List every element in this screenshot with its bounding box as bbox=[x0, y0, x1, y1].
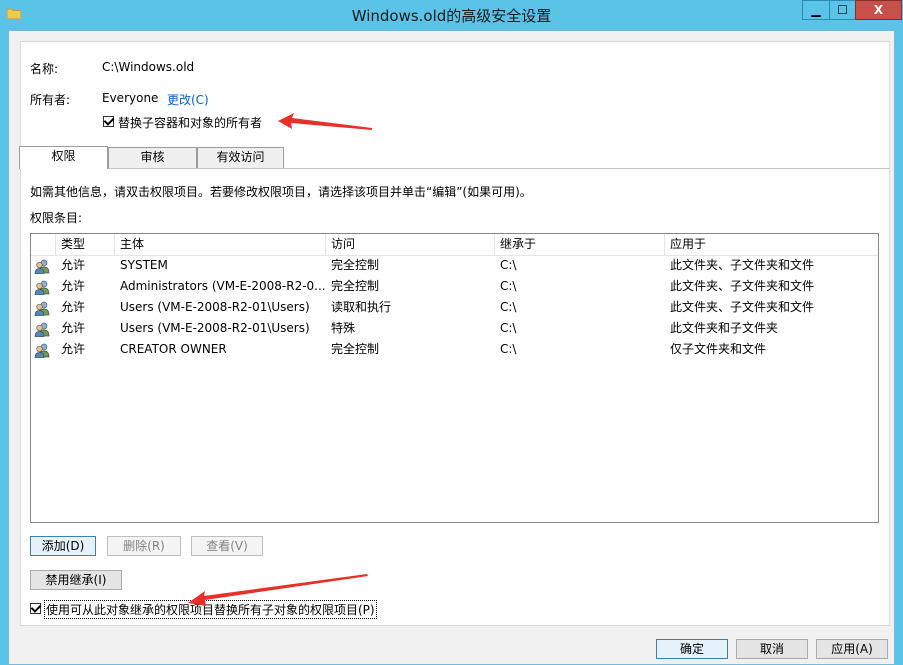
tab-effective-access[interactable]: 有效访问 bbox=[197, 147, 284, 168]
replace-child-permissions-checkbox[interactable] bbox=[30, 603, 41, 614]
cell-inherited: C:\ bbox=[500, 321, 517, 335]
users-icon bbox=[34, 280, 50, 295]
column-header-principal[interactable]: 主体 bbox=[115, 234, 326, 255]
cell-type: 允许 bbox=[61, 279, 86, 293]
cancel-button[interactable]: 取消 bbox=[736, 639, 808, 659]
cell-principal: Users (VM-E-2008-R2-01\Users) bbox=[120, 321, 310, 335]
replace-owner-checkbox[interactable] bbox=[103, 116, 114, 127]
ok-button[interactable]: 确定 bbox=[656, 639, 728, 659]
minimize-button[interactable]: ▁ bbox=[802, 0, 829, 20]
title-bar[interactable]: Windows.old的高级安全设置 ▁ ☐ X bbox=[0, 0, 903, 30]
cell-inherited: C:\ bbox=[500, 300, 517, 314]
name-label: 名称: bbox=[30, 62, 59, 76]
table-row[interactable]: 允许 Administrators (VM-E-2008-R2-0... 完全控制 C… bbox=[31, 276, 878, 297]
minimize-icon: ▁ bbox=[811, 3, 821, 17]
users-icon bbox=[34, 343, 50, 358]
replace-child-permissions-label: 使用可从此对象继承的权限项目替换所有子对象的权限项目(P) bbox=[44, 600, 377, 619]
content-panel: 名称: C:\Windows.old 所有者: Everyone 更改(C) 替… bbox=[19, 41, 890, 626]
cell-access: 完全控制 bbox=[331, 279, 380, 293]
remove-button[interactable]: 删除(R) bbox=[107, 536, 181, 556]
table-row[interactable]: 允许 SYSTEM 完全控制 C:\ 此文件夹、子文件夹和文件 bbox=[31, 255, 878, 276]
owner-value: Everyone bbox=[102, 91, 159, 105]
window-title: Windows.old的高级安全设置 bbox=[351, 7, 552, 25]
column-header-icon bbox=[31, 234, 56, 255]
users-icon bbox=[34, 301, 50, 316]
cell-applies: 此文件夹、子文件夹和文件 bbox=[670, 300, 815, 314]
cell-principal: Administrators (VM-E-2008-R2-0... bbox=[120, 279, 326, 293]
users-icon bbox=[34, 259, 50, 274]
maximize-icon: ☐ bbox=[837, 3, 848, 17]
close-button[interactable]: X bbox=[855, 0, 902, 20]
replace-owner-label: 替换子容器和对象的所有者 bbox=[118, 116, 263, 130]
entries-label: 权限条目: bbox=[30, 211, 83, 225]
name-value: C:\Windows.old bbox=[102, 60, 195, 74]
cell-type: 允许 bbox=[61, 300, 86, 314]
cell-type: 允许 bbox=[61, 342, 86, 356]
column-header-type[interactable]: 类型 bbox=[56, 234, 115, 255]
cell-applies: 此文件夹、子文件夹和文件 bbox=[670, 279, 815, 293]
cell-inherited: C:\ bbox=[500, 279, 517, 293]
permission-entries-list[interactable]: 类型 主体 访问 继承于 应用于 允许 SYSTEM 完全控制 C:\ 此文件夹、子文件… bbox=[30, 233, 879, 523]
view-button[interactable]: 查看(V) bbox=[191, 536, 263, 556]
list-header: 类型 主体 访问 继承于 应用于 bbox=[31, 234, 878, 256]
cell-principal: SYSTEM bbox=[120, 258, 168, 272]
tab-permissions[interactable]: 权限 bbox=[19, 146, 108, 169]
tab-auditing[interactable]: 审核 bbox=[108, 147, 197, 168]
tab-divider bbox=[21, 168, 889, 169]
dialog-frame: 名称: C:\Windows.old 所有者: Everyone 更改(C) 替… bbox=[8, 30, 895, 665]
column-header-inherited[interactable]: 继承于 bbox=[495, 234, 665, 255]
cell-applies: 仅子文件夹和文件 bbox=[670, 342, 767, 356]
users-icon bbox=[34, 322, 50, 337]
cell-access: 完全控制 bbox=[331, 258, 380, 272]
cell-access: 完全控制 bbox=[331, 342, 380, 356]
cell-inherited: C:\ bbox=[500, 342, 517, 356]
cell-applies: 此文件夹、子文件夹和文件 bbox=[670, 258, 815, 272]
maximize-button[interactable]: ☐ bbox=[829, 0, 855, 20]
table-row[interactable]: 允许 Users (VM-E-2008-R2-01\Users) 特殊 C:\ 此文件夹… bbox=[31, 318, 878, 339]
change-owner-link[interactable]: 更改(C) bbox=[167, 91, 209, 108]
owner-label: 所有者: bbox=[30, 93, 71, 107]
apply-button[interactable]: 应用(A) bbox=[816, 639, 888, 659]
cell-principal: CREATOR OWNER bbox=[120, 342, 227, 356]
permissions-hint: 如需其他信息，请双击权限项目。若要修改权限项目，请选择该项目并单击“编辑”(如果… bbox=[30, 185, 532, 199]
cell-access: 读取和执行 bbox=[331, 300, 392, 314]
cell-applies: 此文件夹和子文件夹 bbox=[670, 321, 779, 335]
disable-inheritance-button[interactable]: 禁用继承(I) bbox=[30, 570, 122, 590]
cell-access: 特殊 bbox=[331, 321, 356, 335]
table-row[interactable]: 允许 CREATOR OWNER 完全控制 C:\ 仅子文件夹和文件 bbox=[31, 339, 878, 360]
table-row[interactable]: 允许 Users (VM-E-2008-R2-01\Users) 读取和执行 C:\ 此… bbox=[31, 297, 878, 318]
cell-inherited: C:\ bbox=[500, 258, 517, 272]
cell-type: 允许 bbox=[61, 258, 86, 272]
add-button[interactable]: 添加(D) bbox=[30, 536, 96, 556]
cell-principal: Users (VM-E-2008-R2-01\Users) bbox=[120, 300, 310, 314]
cell-type: 允许 bbox=[61, 321, 86, 335]
close-icon: X bbox=[873, 3, 884, 17]
column-header-applies[interactable]: 应用于 bbox=[665, 234, 878, 255]
column-header-access[interactable]: 访问 bbox=[326, 234, 495, 255]
